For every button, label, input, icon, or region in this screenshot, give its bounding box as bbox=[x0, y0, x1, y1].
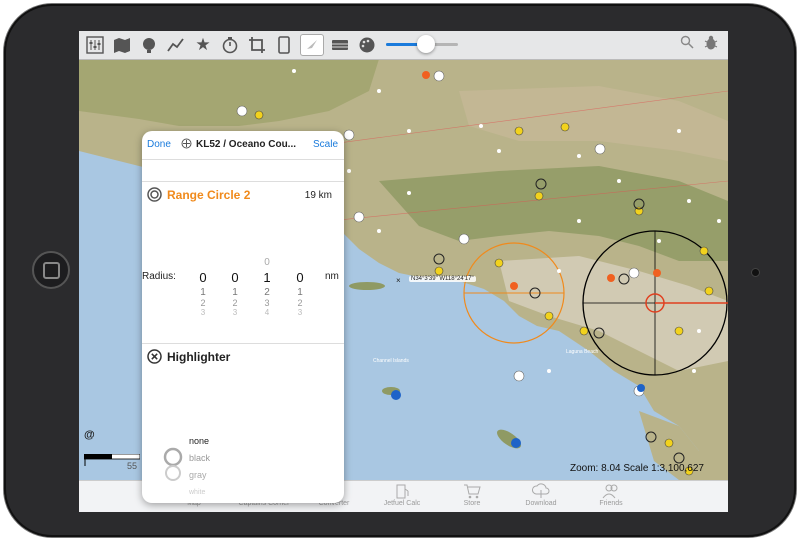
globe-plane-icon[interactable] bbox=[138, 35, 160, 55]
fuel-pump-icon bbox=[396, 484, 409, 499]
highlighter-header[interactable]: Highlighter bbox=[147, 349, 230, 364]
crop-icon[interactable] bbox=[246, 35, 268, 55]
highlighter-color-picker[interactable]: none black gray white bbox=[189, 433, 210, 501]
tab-store[interactable]: Store bbox=[437, 483, 507, 507]
color-option-none[interactable]: none bbox=[189, 433, 210, 450]
digit-below: 3 bbox=[297, 308, 303, 317]
highlighter-swatches bbox=[163, 447, 183, 481]
target-icon bbox=[147, 187, 162, 202]
settings-sliders-icon[interactable] bbox=[84, 35, 106, 55]
home-button[interactable] bbox=[32, 251, 70, 289]
cart-icon bbox=[464, 484, 481, 499]
bug-icon[interactable] bbox=[704, 35, 718, 56]
panel-title: KL52 / Oceano Cou... bbox=[196, 139, 297, 150]
tab-download[interactable]: Download bbox=[506, 483, 576, 507]
radius-label: Radius: bbox=[142, 271, 176, 282]
app-screen: × Channel Islands Laguna Beach N34°3'39"… bbox=[79, 31, 728, 512]
digit-above: 0 bbox=[264, 257, 270, 268]
done-button[interactable]: Done bbox=[147, 139, 171, 150]
tab-friends[interactable]: Friends bbox=[576, 483, 646, 507]
digit-above bbox=[228, 255, 242, 270]
digit-above bbox=[293, 255, 307, 270]
brightness-slider[interactable] bbox=[386, 35, 458, 53]
scale-button[interactable]: Scale bbox=[313, 139, 338, 150]
friends-icon bbox=[602, 484, 618, 499]
palette-icon[interactable] bbox=[356, 35, 378, 55]
cloud-download-icon bbox=[532, 483, 550, 498]
zoom-scale-readout: Zoom: 8.04 Scale 1:3,100,627 bbox=[570, 463, 704, 474]
radius-digit-4[interactable]: 0 1 2 3 bbox=[293, 255, 307, 320]
digit-selected: 0 bbox=[231, 270, 239, 285]
tab-label: Store bbox=[463, 500, 481, 507]
svg-text:Laguna Beach: Laguna Beach bbox=[566, 349, 598, 355]
map-book-icon[interactable] bbox=[111, 35, 133, 55]
highlighter-title: Highlighter bbox=[167, 349, 231, 364]
range-circle-header[interactable]: Range Circle 2 bbox=[147, 187, 250, 202]
airport-marker-icon bbox=[181, 138, 192, 152]
range-distance-km: 19 km bbox=[304, 190, 332, 201]
digit-below: 3 bbox=[200, 308, 206, 317]
digit-selected: 0 bbox=[199, 270, 207, 285]
brightness-slider-knob[interactable] bbox=[416, 35, 435, 53]
cursor-coordinates: N34°3'39" W118°24'17" bbox=[409, 276, 476, 282]
tab-label: Friends bbox=[599, 500, 623, 507]
color-option-white[interactable]: white bbox=[189, 484, 210, 501]
panel-header: Done KL52 / Oceano Cou... Scale bbox=[142, 131, 344, 160]
digit-below: 3 bbox=[232, 308, 238, 317]
tab-label: Jetfuel Calc bbox=[383, 500, 421, 507]
layers-icon[interactable] bbox=[329, 35, 351, 55]
tab-jetfuel-calc[interactable]: Jetfuel Calc bbox=[367, 483, 437, 507]
section-divider bbox=[142, 181, 344, 182]
timer-icon[interactable] bbox=[219, 35, 241, 55]
radius-digit-1[interactable]: 0 1 2 3 bbox=[196, 255, 210, 320]
attribution-symbol[interactable]: @ bbox=[84, 429, 95, 441]
radius-unit: nm bbox=[325, 271, 339, 282]
section-divider bbox=[142, 343, 344, 344]
digit-above bbox=[196, 255, 210, 270]
close-circle-icon[interactable] bbox=[147, 349, 162, 364]
range-circle-panel: Done KL52 / Oceano Cou... Scale Range Ci… bbox=[142, 131, 344, 503]
scale-bar-number: 55 bbox=[127, 461, 138, 471]
tab-label: Download bbox=[525, 500, 557, 507]
range-circle-title: Range Circle 2 bbox=[167, 187, 251, 202]
digit-selected: 0 bbox=[296, 270, 304, 285]
svg-text:Channel Islands: Channel Islands bbox=[373, 358, 409, 364]
compass-icon[interactable] bbox=[300, 34, 324, 56]
radius-digit-2[interactable]: 0 1 2 3 bbox=[228, 255, 242, 320]
svg-text:×: × bbox=[396, 276, 401, 285]
star-icon[interactable]: ★ bbox=[192, 35, 214, 55]
camera-lens bbox=[751, 268, 760, 277]
digit-selected: 1 bbox=[263, 270, 271, 285]
color-option-black[interactable]: black bbox=[189, 450, 210, 467]
route-icon[interactable] bbox=[165, 35, 187, 55]
radius-digit-3[interactable]: 0 1 2 3 4 bbox=[260, 255, 274, 320]
digit-below: 4 bbox=[264, 308, 270, 317]
color-option-gray[interactable]: gray bbox=[189, 467, 210, 484]
top-toolbar: ★ bbox=[79, 31, 728, 60]
tablet-icon[interactable] bbox=[273, 35, 295, 55]
search-icon[interactable] bbox=[680, 35, 694, 56]
